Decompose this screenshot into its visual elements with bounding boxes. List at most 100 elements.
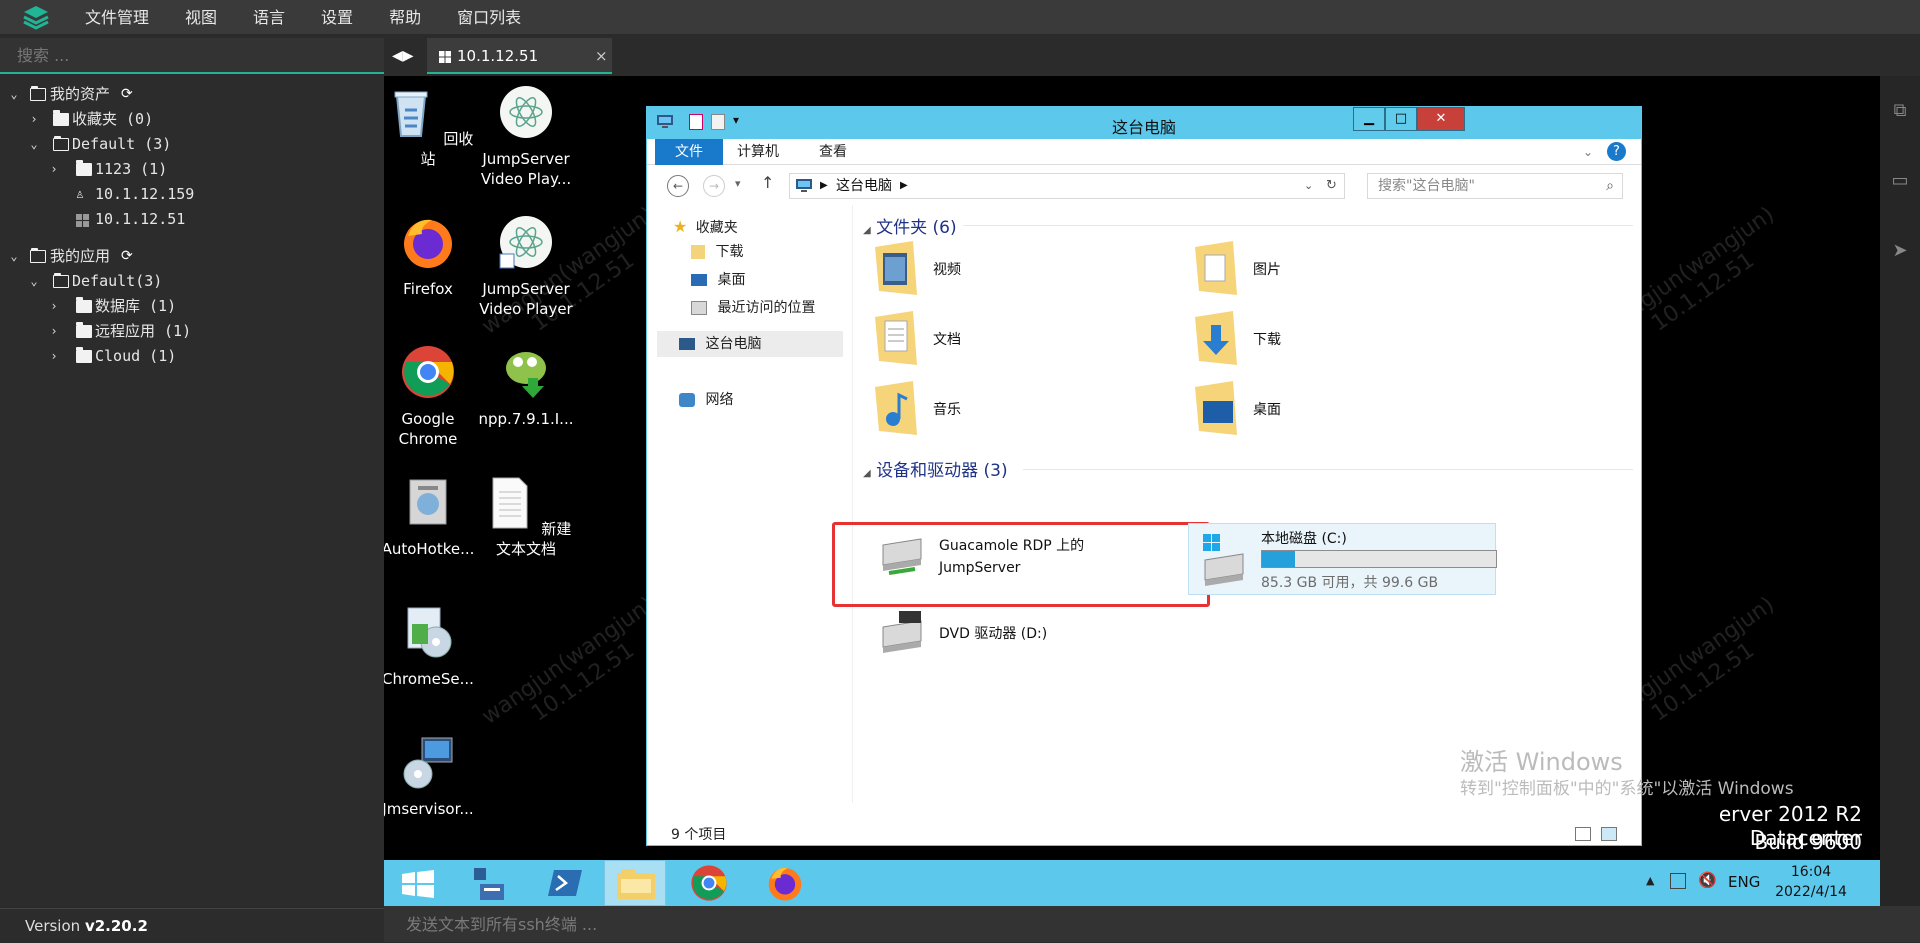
volume-muted-icon[interactable]: 🔇	[1698, 871, 1717, 889]
remote-desktop[interactable]: wangjun(wangjun) 10.1.12.51 wangjun(wangj…	[384, 76, 1880, 906]
details-view-icon[interactable]	[1575, 827, 1591, 841]
desktop-icon-notepadpp[interactable]: npp.7.9.1.I...	[476, 344, 576, 429]
breadcrumb-separator-icon[interactable]: ▶	[900, 174, 908, 198]
desktop-icon-jumpserver-video-1[interactable]: JumpServer Video Play...	[476, 84, 576, 189]
nav-recent[interactable]: 最近访问的位置	[691, 297, 815, 317]
network-tray-icon[interactable]	[1670, 873, 1686, 889]
tree-default-assets[interactable]: ⌄ Default (3)	[0, 132, 384, 157]
chevron-right-icon[interactable]: ›	[47, 344, 61, 369]
nav-favorites[interactable]: ★ 收藏夹	[673, 217, 738, 237]
tree-my-assets[interactable]: ⌄ 我的资产 ⟳	[0, 82, 384, 107]
chevron-right-icon[interactable]: ›	[47, 319, 61, 344]
address-bar-row: ← → ▾ ↑ ▶ 这台电脑 ▶ ⌄ ↻ 搜索"这台电脑" ⌕	[647, 165, 1641, 205]
tree-my-apps[interactable]: ⌄ 我的应用 ⟳	[0, 244, 384, 269]
nav-desktop[interactable]: 桌面	[691, 269, 745, 289]
nav-this-pc[interactable]: 这台电脑	[657, 331, 843, 357]
desktop-icon-chromesetup[interactable]: ChromeSe...	[384, 604, 478, 689]
recent-locations-icon[interactable]: ▾	[735, 177, 741, 190]
collapse-triangle-icon[interactable]: ◢	[863, 468, 871, 479]
chevron-down-icon[interactable]: ⌄	[1583, 139, 1593, 165]
tree-favorites[interactable]: › 收藏夹 (0)	[0, 107, 384, 132]
close-icon[interactable]: ×	[595, 47, 608, 65]
menu-window-list[interactable]: 窗口列表	[439, 0, 539, 35]
desktop-icon-autohotkey[interactable]: AutoHotke...	[384, 474, 478, 559]
help-icon[interactable]: ?	[1607, 142, 1626, 161]
chevron-right-icon[interactable]: ›	[47, 157, 61, 182]
ribbon-tab-view[interactable]: 查看	[819, 139, 847, 165]
tree-cloud[interactable]: › Cloud (1)	[0, 344, 384, 369]
menu-settings[interactable]: 设置	[303, 0, 371, 35]
maximize-button[interactable]: □	[1385, 107, 1417, 131]
caret-right-icon[interactable]: ▶	[403, 48, 414, 64]
tree-host-linux[interactable]: ♙ 10.1.12.159	[0, 182, 384, 207]
ribbon-tab-file[interactable]: 文件	[655, 139, 723, 165]
send-text-input[interactable]	[384, 906, 1920, 942]
ribbon-tab-computer[interactable]: 计算机	[737, 139, 779, 165]
folder-downloads[interactable]: 下载	[1193, 309, 1493, 369]
taskbar-firefox[interactable]	[754, 860, 816, 906]
menu-view[interactable]: 视图	[167, 0, 235, 35]
nav-network[interactable]: 网络	[679, 389, 733, 409]
desktop-icon-chrome[interactable]: Google Chrome	[384, 344, 478, 449]
caret-left-icon[interactable]: ◀	[392, 48, 403, 64]
folder-music[interactable]: 音乐	[873, 379, 1173, 439]
section-folders[interactable]: ◢ 文件夹 (6)	[863, 213, 957, 238]
back-arrow-icon[interactable]: ←	[667, 175, 689, 197]
desktop-icon-recycle-bin[interactable]: 回收站	[384, 84, 478, 169]
tree-host-windows[interactable]: 10.1.12.51	[0, 207, 384, 232]
show-hidden-icons[interactable]: ▲	[1646, 874, 1654, 887]
clock-date[interactable]: 2022/4/14	[1768, 884, 1854, 900]
menu-language[interactable]: 语言	[235, 0, 303, 35]
window-titlebar[interactable]: ▾ 这台电脑 ▁ □ ✕	[647, 107, 1641, 139]
tree-database[interactable]: › 数据库 (1)	[0, 294, 384, 319]
chevron-down-icon[interactable]: ⌄	[1304, 174, 1313, 198]
taskbar-server-manager[interactable]	[458, 860, 520, 906]
tree-remote-app[interactable]: › 远程应用 (1)	[0, 319, 384, 344]
minimize-button[interactable]: ▁	[1353, 107, 1385, 131]
folder-documents[interactable]: 文档	[873, 309, 1173, 369]
refresh-icon[interactable]: ↻	[1326, 174, 1337, 198]
search-icon[interactable]: ⌕	[1606, 174, 1614, 198]
taskbar-chrome[interactable]	[678, 860, 740, 906]
folder-pictures[interactable]: 图片	[1193, 239, 1493, 299]
asset-search-input[interactable]	[0, 38, 384, 72]
section-devices[interactable]: ◢ 设备和驱动器 (3)	[863, 456, 1008, 481]
desktop-icon-new-text-doc[interactable]: 新建文本文档	[476, 474, 576, 559]
folder-outline-icon[interactable]: ▭	[1890, 170, 1910, 191]
chevron-right-icon[interactable]: ›	[27, 107, 41, 132]
menu-help[interactable]: 帮助	[371, 0, 439, 35]
send-icon[interactable]: ➤	[1890, 240, 1910, 261]
tree-folder-1123[interactable]: › 1123 (1)	[0, 157, 384, 182]
start-button[interactable]	[388, 860, 450, 906]
chevron-down-icon[interactable]: ⌄	[27, 269, 41, 294]
forward-arrow-icon[interactable]: →	[703, 175, 725, 197]
drive-usage-fill	[1262, 551, 1295, 567]
taskbar-powershell[interactable]	[534, 860, 596, 906]
device-dvd-drive[interactable]: DVD 驱动器 (D:)	[873, 605, 1173, 665]
refresh-icon[interactable]: ⟳	[121, 82, 133, 107]
collapse-triangle-icon[interactable]: ◢	[863, 225, 871, 236]
copy-icon[interactable]: ⧉	[1890, 100, 1910, 121]
input-language[interactable]: ENG	[1728, 873, 1760, 891]
desktop-icon-firefox[interactable]: Firefox	[384, 214, 478, 299]
taskbar-file-explorer[interactable]	[604, 860, 666, 906]
refresh-icon[interactable]: ⟳	[121, 244, 133, 269]
desktop-icon-jmservisor[interactable]: Jmservisor...	[384, 734, 478, 819]
chevron-down-icon[interactable]: ⌄	[27, 132, 41, 157]
folder-videos[interactable]: 视频	[873, 239, 1173, 299]
device-local-disk[interactable]: 本地磁盘 (C:) 85.3 GB 可用，共 99.6 GB	[1188, 523, 1497, 595]
menu-file-management[interactable]: 文件管理	[67, 0, 167, 35]
chevron-down-icon[interactable]: ⌄	[7, 244, 21, 269]
tree-default-apps[interactable]: ⌄ Default(3)	[0, 269, 384, 294]
tab-session[interactable]: 10.1.12.51 ×	[421, 38, 991, 76]
chevron-right-icon[interactable]: ›	[47, 294, 61, 319]
clock-time[interactable]: 16:04	[1776, 864, 1846, 880]
up-arrow-icon[interactable]: ↑	[761, 173, 774, 192]
chevron-down-icon[interactable]: ⌄	[7, 82, 21, 107]
folder-desktop[interactable]: 桌面	[1193, 379, 1493, 439]
close-button[interactable]: ✕	[1417, 107, 1465, 131]
desktop-icon-jumpserver-video-2[interactable]: JumpServer Video Player	[476, 214, 576, 319]
address-box[interactable]: ▶ 这台电脑 ▶ ⌄ ↻	[789, 173, 1345, 199]
explorer-search-box[interactable]: 搜索"这台电脑" ⌕	[1367, 173, 1623, 199]
nav-downloads[interactable]: 下载	[691, 241, 743, 261]
